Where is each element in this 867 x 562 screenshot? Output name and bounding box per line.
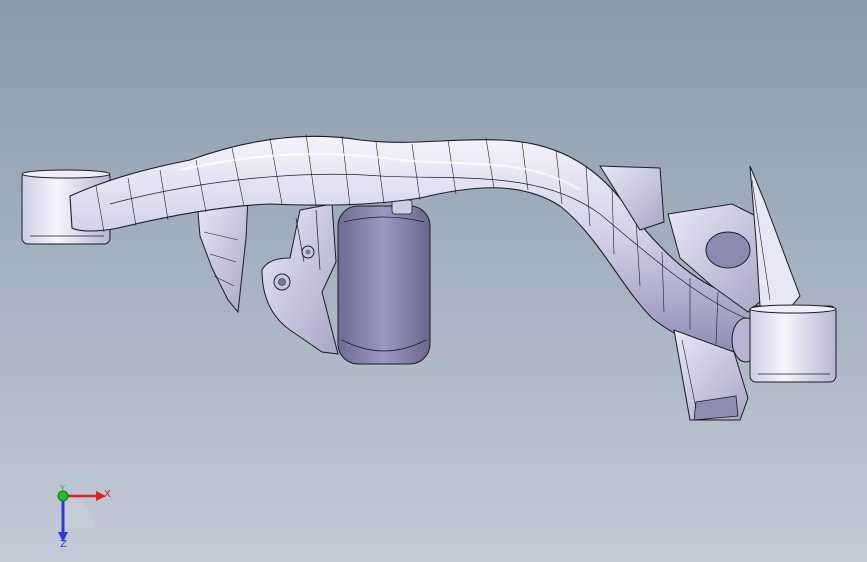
graphics-viewport[interactable]: X Y Z [0,0,867,562]
center-bracket [261,203,339,355]
left-bracket [197,197,249,314]
cad-subframe-model[interactable] [0,0,867,562]
damper-can [337,199,431,365]
orientation-triad[interactable]: X Y Z [40,482,120,552]
x-axis-label: X [104,489,111,500]
z-axis-label: Z [60,539,67,550]
y-axis-label: Y [60,484,65,493]
